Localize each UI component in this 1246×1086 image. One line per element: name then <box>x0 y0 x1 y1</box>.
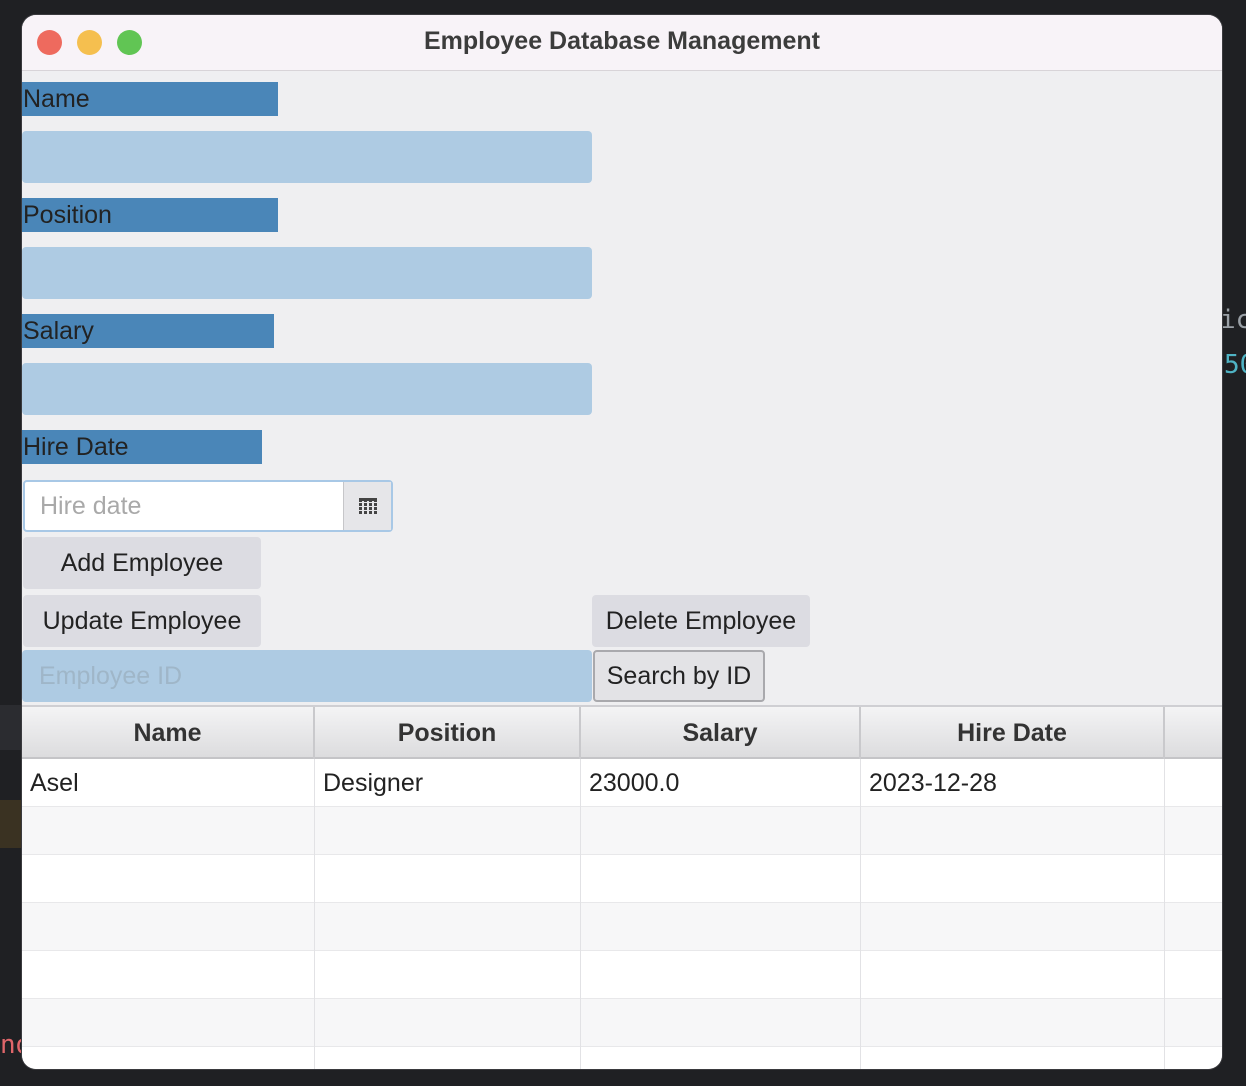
employee-id-input[interactable]: Employee ID <box>22 650 592 702</box>
window-title: Employee Database Management <box>424 27 820 55</box>
calendar-icon <box>359 498 377 514</box>
table-row <box>22 855 1222 903</box>
name-label: Name <box>22 82 278 116</box>
background-panel <box>0 705 24 750</box>
calendar-button[interactable] <box>343 482 391 530</box>
table-cell <box>861 999 1165 1047</box>
column-header-name[interactable]: Name <box>22 707 315 759</box>
table-cell <box>22 1047 315 1069</box>
column-header-hire-date[interactable]: Hire Date <box>861 707 1165 759</box>
app-window: Employee Database Management Name Positi… <box>22 15 1222 1069</box>
background-panel <box>0 800 24 848</box>
employee-table: Name Position Salary Hire Date Asel Desi… <box>22 705 1222 1069</box>
table-row[interactable]: Asel Designer 23000.0 2023-12-28 <box>22 759 1222 807</box>
name-field[interactable] <box>22 131 592 183</box>
cell-hire-date: 2023-12-28 <box>861 759 1165 807</box>
title-bar: Employee Database Management <box>22 15 1222 71</box>
table-row <box>22 999 1222 1047</box>
table-cell <box>315 903 581 951</box>
table-cell <box>581 903 861 951</box>
cell-name: Asel <box>22 759 315 807</box>
table-cell <box>581 951 861 999</box>
table-cell <box>861 855 1165 903</box>
table-cell <box>581 1047 861 1069</box>
hire-date-picker: Hire date <box>23 480 393 532</box>
table-row <box>22 951 1222 999</box>
table-cell <box>861 807 1165 855</box>
cell-salary: 23000.0 <box>581 759 861 807</box>
table-header: Name Position Salary Hire Date <box>22 707 1222 759</box>
hire-date-input[interactable]: Hire date <box>25 482 343 530</box>
update-employee-button[interactable]: Update Employee <box>23 595 261 647</box>
table-cell <box>581 807 861 855</box>
salary-field[interactable] <box>22 363 592 415</box>
hire-date-label: Hire Date <box>22 430 262 464</box>
column-header-salary[interactable]: Salary <box>581 707 861 759</box>
table-cell <box>315 855 581 903</box>
add-employee-button[interactable]: Add Employee <box>23 537 261 589</box>
table-row <box>22 1047 1222 1069</box>
table-cell <box>22 855 315 903</box>
table-cell <box>315 1047 581 1069</box>
table-cell <box>861 951 1165 999</box>
salary-label: Salary <box>22 314 274 348</box>
delete-employee-button[interactable]: Delete Employee <box>592 595 810 647</box>
background-code-fragment: 50 <box>1224 350 1246 380</box>
cell-position: Designer <box>315 759 581 807</box>
table-row <box>22 807 1222 855</box>
position-field[interactable] <box>22 247 592 299</box>
table-cell <box>22 807 315 855</box>
table-cell <box>315 807 581 855</box>
position-label: Position <box>22 198 278 232</box>
table-cell <box>581 855 861 903</box>
table-cell <box>861 1047 1165 1069</box>
table-cell <box>22 951 315 999</box>
background-code-fragment: ic <box>1220 305 1246 335</box>
column-header-filler <box>1165 707 1222 759</box>
table-row <box>22 903 1222 951</box>
table-cell <box>315 951 581 999</box>
table-cell <box>315 999 581 1047</box>
table-cell <box>22 999 315 1047</box>
table-cell <box>22 903 315 951</box>
column-header-position[interactable]: Position <box>315 707 581 759</box>
search-by-id-button[interactable]: Search by ID <box>593 650 765 702</box>
table-cell <box>581 999 861 1047</box>
table-cell <box>861 903 1165 951</box>
